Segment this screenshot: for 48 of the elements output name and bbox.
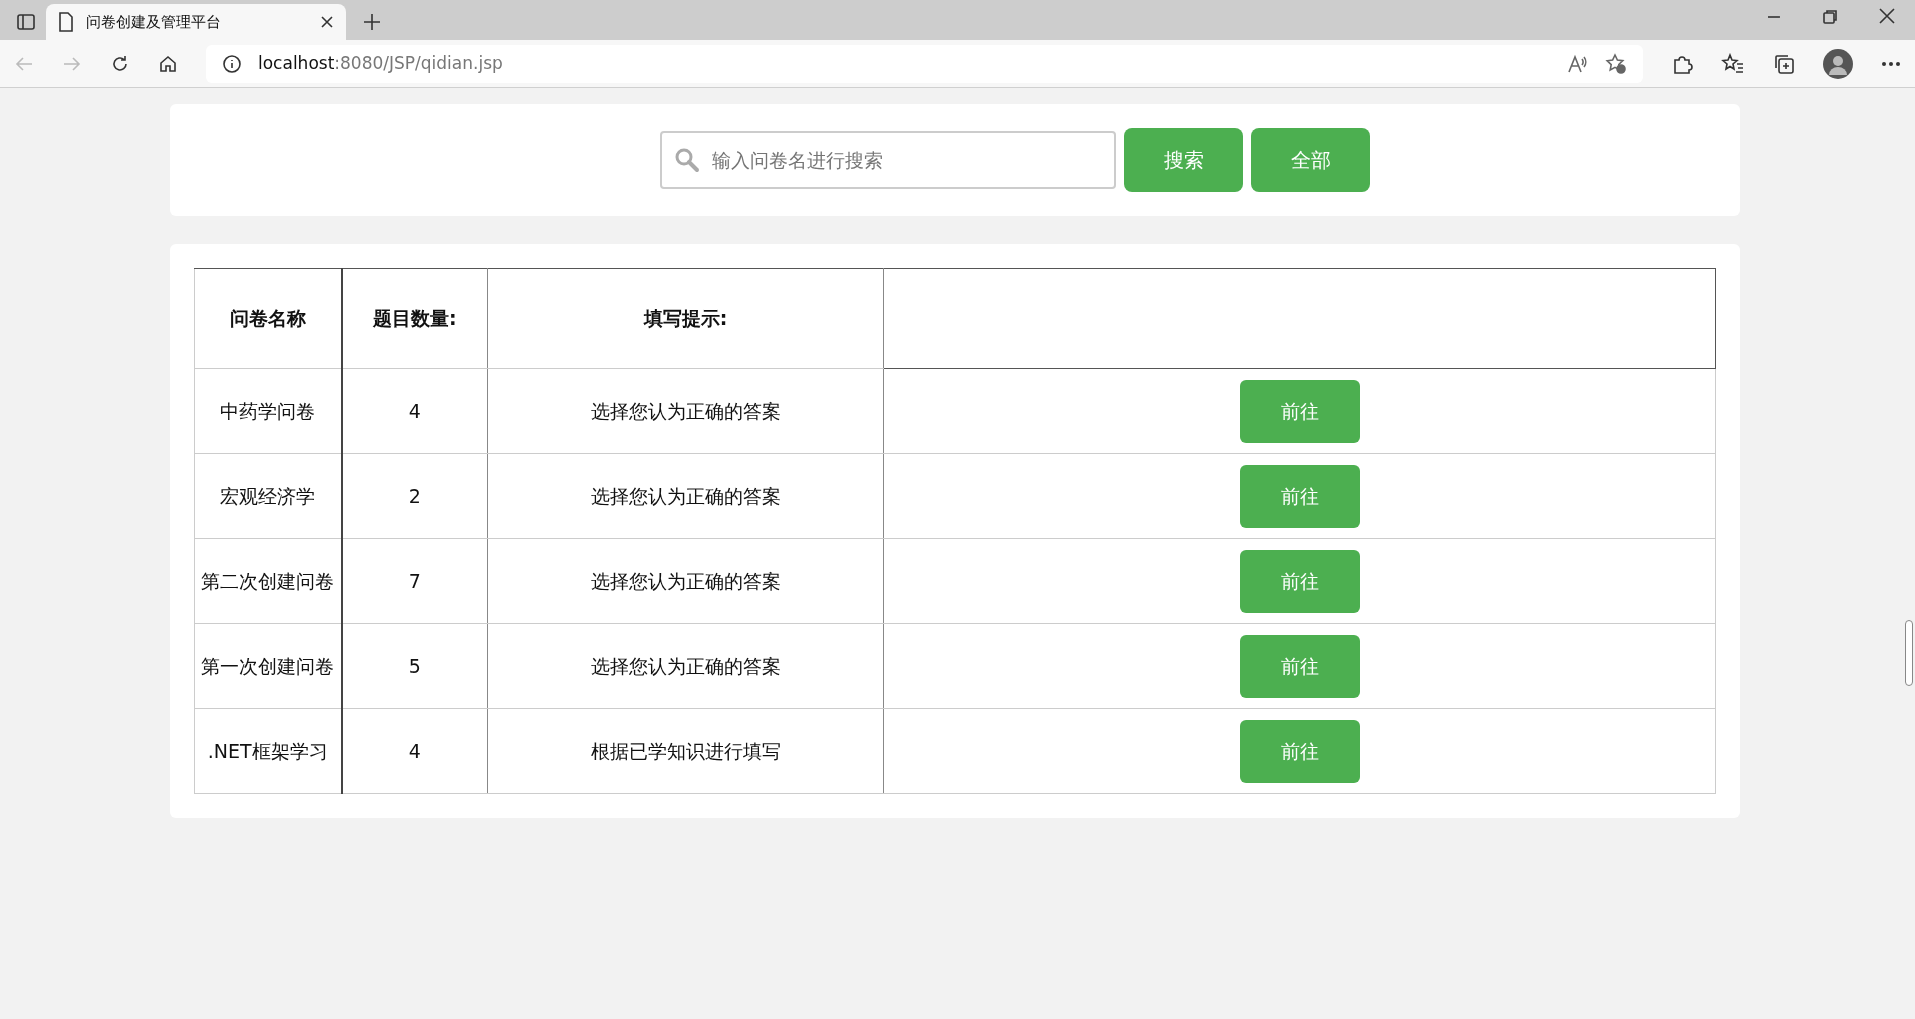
close-icon[interactable]: [320, 15, 334, 29]
go-button[interactable]: 前往: [1239, 379, 1360, 443]
info-icon: [222, 53, 242, 74]
column-header: 题目数量:: [341, 268, 488, 369]
favorites-icon[interactable]: [1721, 52, 1745, 75]
home-icon[interactable]: [158, 53, 178, 74]
search-icon: [674, 147, 700, 173]
close-icon[interactable]: [1879, 8, 1895, 24]
table-cell: 4: [341, 708, 488, 794]
more-icon[interactable]: [1881, 60, 1901, 67]
star-plus-icon[interactable]: [1605, 52, 1627, 75]
column-header: 问卷名称: [194, 268, 342, 369]
table-cell: 中药学问卷: [194, 368, 342, 454]
go-button[interactable]: 前往: [1239, 719, 1360, 783]
table-cell: 选择您认为正确的答案: [487, 453, 884, 539]
url-text: localhost:8080/JSP/qidian.jsp: [258, 51, 504, 75]
table-cell: 选择您认为正确的答案: [487, 623, 884, 709]
sidebar-icon[interactable]: [16, 12, 36, 32]
scrollbar[interactable]: [1905, 620, 1913, 686]
table-cell: 选择您认为正确的答案: [487, 538, 884, 624]
avatar-icon[interactable]: [1823, 48, 1853, 79]
tab-title: 问卷创建及管理平台: [86, 11, 222, 33]
table-cell: 第一次创建问卷: [194, 623, 342, 709]
table-cell: 5: [341, 623, 488, 709]
page-icon: [58, 12, 74, 32]
go-button[interactable]: 前往: [1239, 549, 1360, 613]
browser-tab[interactable]: 问卷创建及管理平台: [46, 4, 346, 40]
go-button[interactable]: 前往: [1239, 464, 1360, 528]
collections-icon[interactable]: [1773, 52, 1795, 75]
table-cell: 根据已学知识进行填写: [487, 708, 884, 794]
search-input: 输入问卷名进行搜索: [710, 144, 1102, 176]
search-button[interactable]: 搜索: [1124, 128, 1243, 192]
go-button[interactable]: 前往: [1239, 634, 1360, 698]
read-aloud-icon[interactable]: [1567, 53, 1589, 74]
table-cell: 第二次创建问卷: [194, 538, 342, 624]
column-header: 填写提示:: [487, 268, 884, 369]
table-cell: 宏观经济学: [194, 453, 342, 539]
all-button[interactable]: 全部: [1251, 128, 1370, 192]
search-field[interactable]: 输入问卷名进行搜索: [660, 131, 1116, 189]
table-cell: 4: [341, 368, 488, 454]
plus-icon[interactable]: [362, 12, 382, 32]
restore-icon[interactable]: [1823, 10, 1837, 24]
table-cell: 选择您认为正确的答案: [487, 368, 884, 454]
address-bar[interactable]: localhost:8080/JSP/qidian.jsp: [206, 44, 1643, 83]
table-cell: 7: [341, 538, 488, 624]
table-cell: 2: [341, 453, 488, 539]
table-cell: .NET框架学习: [194, 708, 342, 794]
reload-icon[interactable]: [110, 53, 130, 74]
